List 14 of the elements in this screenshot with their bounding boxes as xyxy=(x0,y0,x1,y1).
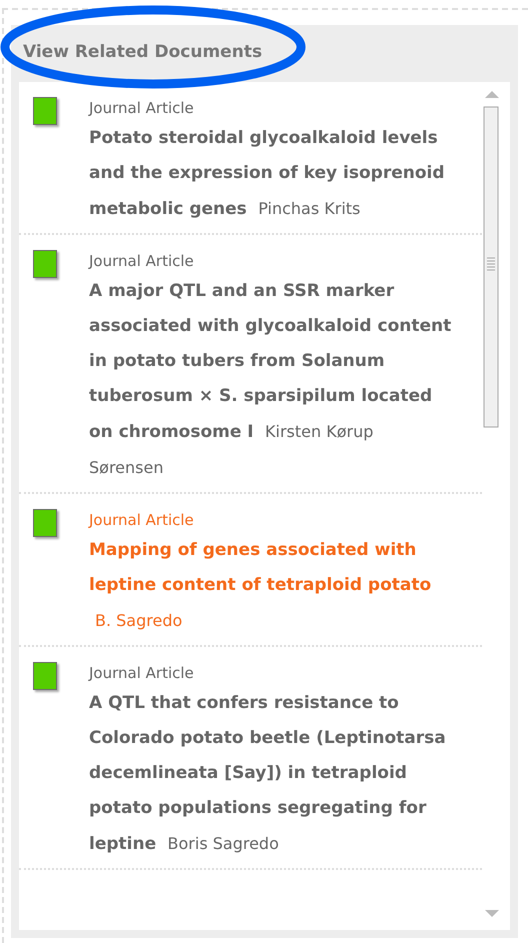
document-type: Journal Article xyxy=(89,510,194,531)
document-type: Journal Article xyxy=(89,251,194,272)
document-link[interactable]: Potato steroidal glycoalkaloid levels and the expression of key isoprenoid metabolic genes Pinchas Krits xyxy=(89,121,452,227)
document-icon xyxy=(33,97,57,125)
document-link[interactable]: Mapping of genes associated with leptine content of tetraploid potato B. Sagredo xyxy=(89,533,452,639)
document-icon xyxy=(33,509,57,537)
panel-title: View Related Documents xyxy=(23,42,262,62)
document-type: Journal Article xyxy=(89,663,194,684)
document-link[interactable]: A QTL that confers resistance to Colorado potato beetle (Leptinotarsa decemlineata [Say]) in tetraploid potato populations segregating for leptine Boris Sagredo xyxy=(89,686,452,862)
document-link[interactable]: A major QTL and an SSR marker associated with glycoalkaloid content in potato tubers from Solanum tuberosum × S. sparsipilum located on chromosome I Kirsten Kørup Sørensen xyxy=(89,274,452,486)
document-icon xyxy=(33,662,57,690)
document-type: Journal Article xyxy=(89,98,194,119)
scrollbar[interactable] xyxy=(482,88,502,920)
document-icon xyxy=(33,250,57,278)
